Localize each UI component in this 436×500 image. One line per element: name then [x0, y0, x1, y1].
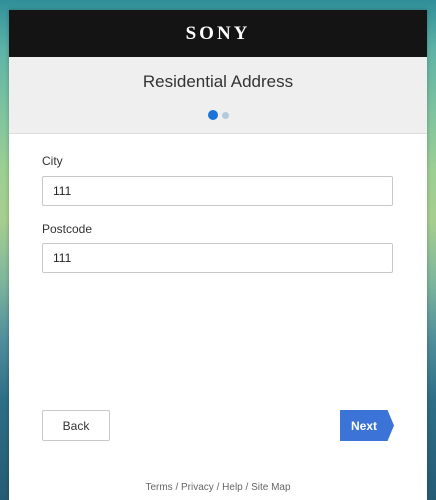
step-dot-next — [221, 111, 229, 119]
postcode-field[interactable] — [42, 243, 393, 273]
city-field[interactable] — [42, 176, 393, 206]
site-map-link[interactable]: Site Map — [251, 482, 290, 493]
footer-separator: / — [242, 482, 252, 493]
postcode-label: Postcode — [42, 222, 93, 236]
footer-separator: / — [172, 482, 182, 493]
city-label: City — [42, 154, 63, 168]
sony-logo: SONY — [185, 22, 251, 44]
next-button[interactable]: Next — [340, 410, 394, 441]
dialog-header: Residential Address — [9, 57, 427, 134]
help-link[interactable]: Help — [222, 482, 243, 493]
step-dot-current — [207, 110, 218, 120]
footer-links: Terms / Privacy / Help / Site Map — [9, 482, 427, 493]
brand-bar: SONY — [9, 10, 427, 57]
step-indicator — [9, 110, 427, 120]
back-button[interactable]: Back — [42, 410, 110, 441]
page-title: Residential Address — [142, 72, 294, 91]
address-dialog: SONY Residential Address City Postcode B… — [9, 10, 427, 500]
terms-link[interactable]: Terms — [145, 482, 172, 493]
privacy-link[interactable]: Privacy — [181, 482, 214, 493]
footer-separator: / — [213, 482, 223, 493]
